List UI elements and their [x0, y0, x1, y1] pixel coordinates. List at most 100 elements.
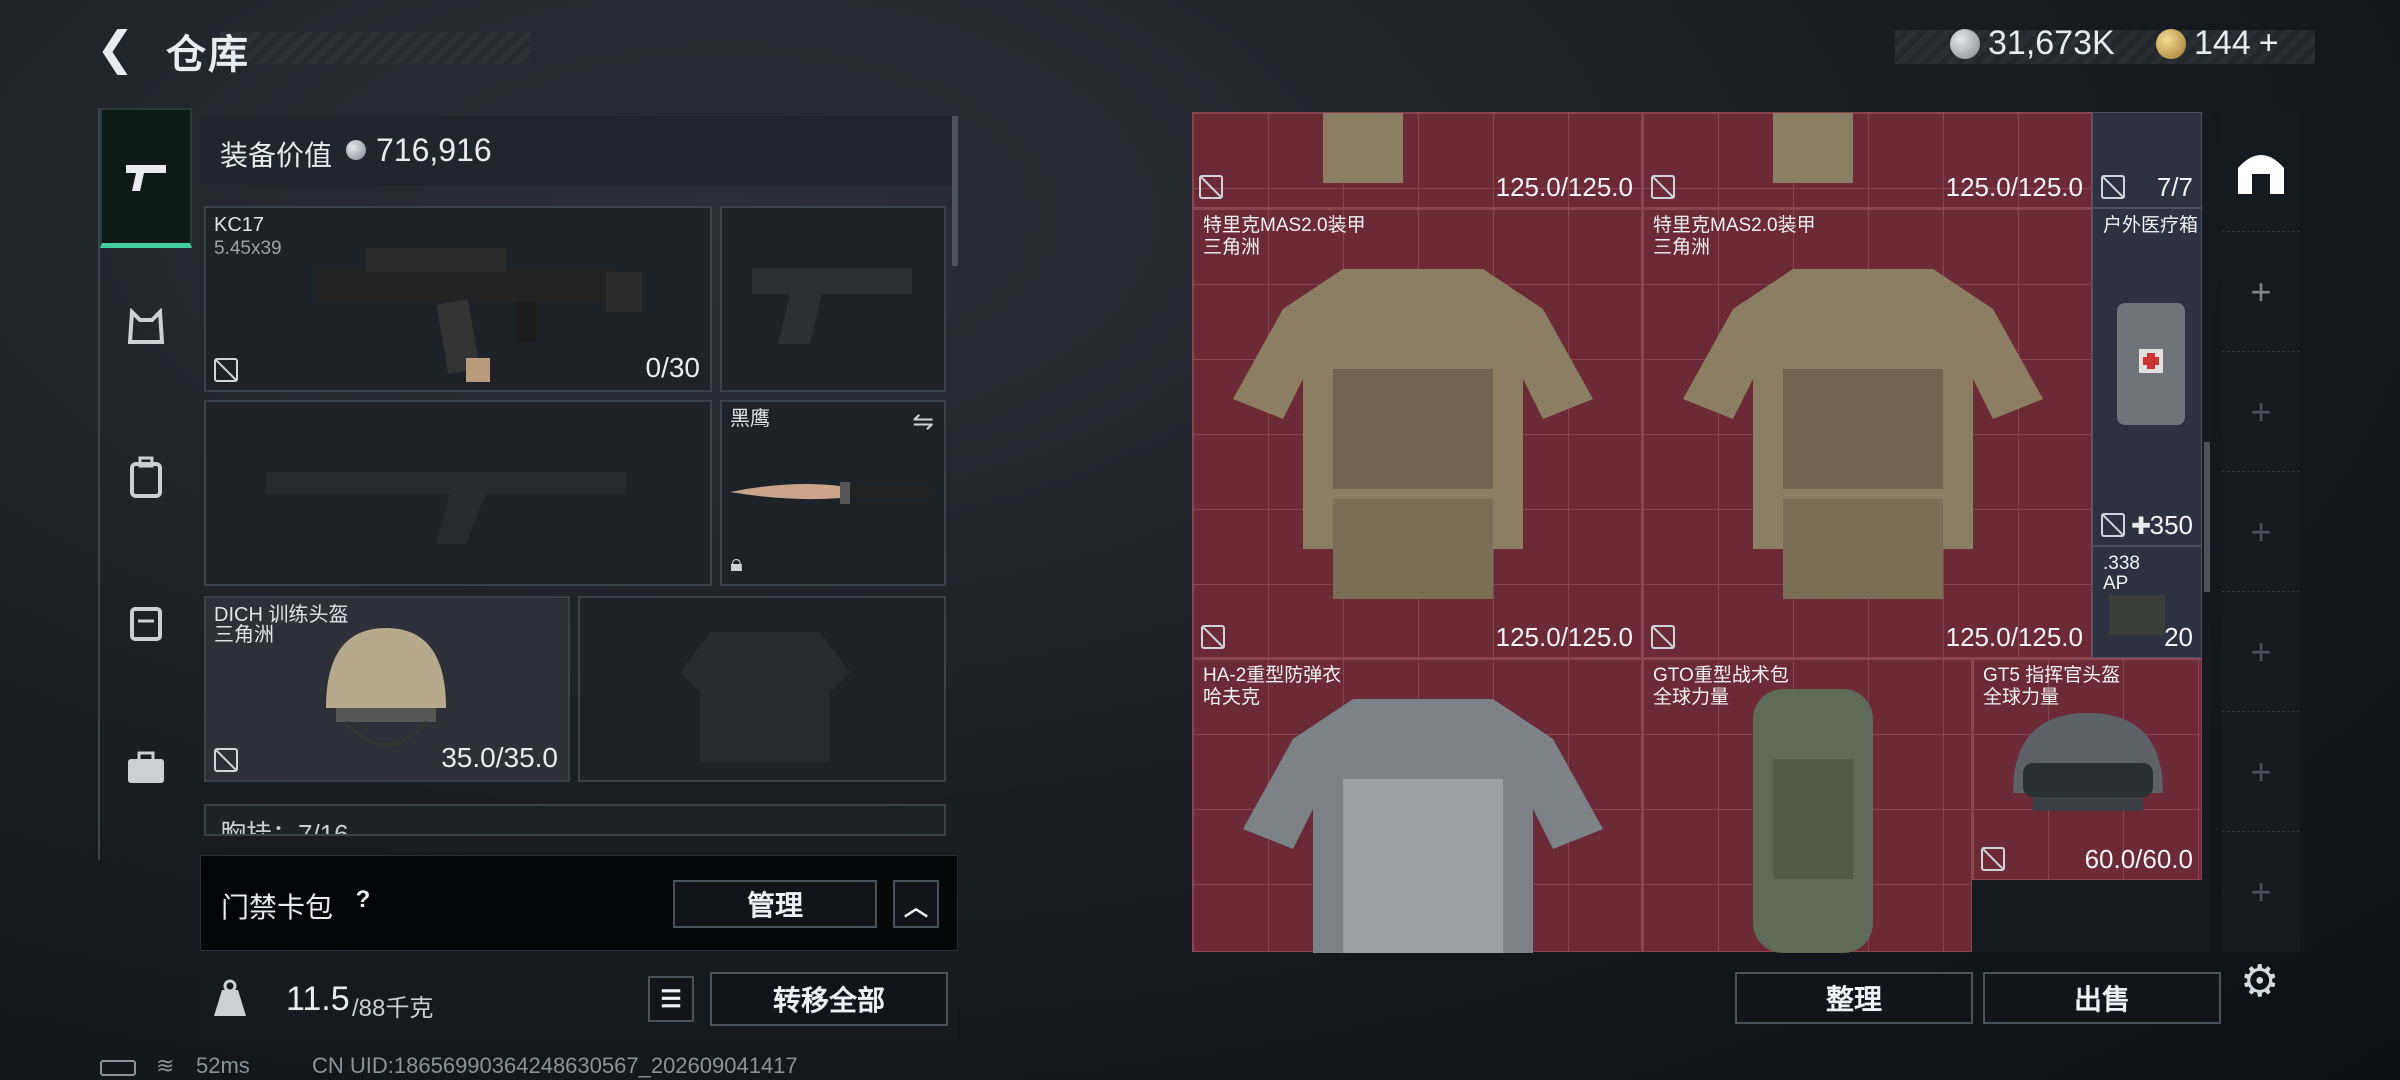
pouch-icon	[130, 607, 162, 641]
gold-coin-icon	[2156, 28, 2186, 59]
silver-coin-icon	[346, 140, 366, 160]
helmet2-name: GT5 指挥官头盔	[1983, 665, 2121, 686]
storage-add-3[interactable]: +	[2222, 472, 2300, 592]
medkit-item[interactable]: 户外医疗箱 ✚ 350	[2092, 208, 2202, 546]
armor-silhouette-icon	[680, 632, 850, 762]
no-insure-icon	[1199, 175, 1223, 199]
no-insure-icon	[2101, 513, 2125, 537]
storage-add-1[interactable]: +	[2222, 232, 2300, 352]
no-insure-icon	[214, 358, 238, 382]
armor-top-right-value: 125.0/125.0	[1945, 172, 2083, 202]
helmet-durability: 35.0/35.0	[441, 742, 558, 773]
vest-item[interactable]: HA-2重型防弹衣 哈夫克	[1192, 658, 1642, 953]
storage-add-5[interactable]: +	[2222, 712, 2300, 832]
armor-2-durability: 125.0/125.0	[1945, 622, 2083, 652]
pistol-slot[interactable]	[720, 206, 946, 392]
armor-item-2[interactable]: 特里克MAS2.0装甲 三角洲 125.0/125.0	[1642, 208, 2092, 658]
no-insure-icon	[1651, 175, 1675, 199]
chest-rig-row[interactable]: 胸挂：7/16	[204, 804, 946, 836]
helmet-slot[interactable]: DICH 训练头盔 三角洲 35.0/35.0	[204, 596, 570, 782]
storage-add-4[interactable]: +	[2222, 592, 2300, 712]
help-icon[interactable]: ?	[347, 884, 379, 916]
backpack-item[interactable]: GTO重型战术包 全球力量	[1642, 658, 1972, 953]
knife-slot[interactable]: 黑鹰 ⇋ 🔒︎	[720, 400, 946, 586]
gold-amount: 144	[2194, 24, 2251, 62]
tab-vest[interactable]	[100, 258, 192, 398]
storage-tab-main[interactable]	[2222, 112, 2300, 232]
backpack-image	[1753, 689, 1873, 953]
medkit-top[interactable]: 7/7	[2092, 112, 2202, 208]
backpack-icon	[130, 456, 162, 498]
equipment-tabs	[98, 108, 192, 860]
tab-backpack[interactable]	[100, 408, 192, 548]
battery-icon	[100, 1060, 136, 1076]
medkit-plus-icon: ✚	[2131, 513, 2152, 540]
page-title: 仓库	[166, 33, 250, 77]
tab-pouch[interactable]	[100, 553, 192, 693]
helmet2-durability: 60.0/60.0	[2084, 844, 2193, 874]
access-card-label: 门禁卡包	[221, 892, 334, 923]
silver-coin-icon	[1950, 28, 1980, 59]
tab-weapons[interactable]	[100, 108, 192, 248]
ping: 52ms	[196, 1053, 250, 1078]
weapon-caliber: 5.45x39	[214, 238, 282, 259]
armor-slot[interactable]	[578, 596, 946, 782]
swap-icon[interactable]: ⇋	[912, 406, 934, 437]
armor-name: 特里克MAS2.0装甲	[1653, 215, 1816, 236]
settings-gear-icon[interactable]: ⚙	[2240, 956, 2279, 1007]
uid: CN UID:18656990364248630567_202609041417	[312, 1053, 798, 1078]
secondary-weapon-slot[interactable]	[204, 400, 712, 586]
back-arrow-icon[interactable]: ❮	[96, 24, 144, 72]
list-icon[interactable]: ☰	[648, 976, 694, 1022]
grid-scrollbar[interactable]	[2204, 442, 2210, 592]
weapon-ammo: 0/30	[645, 352, 701, 383]
equipment-value-header: 装备价值 716,916	[200, 116, 958, 186]
vest-image	[1243, 699, 1603, 953]
no-insure-icon	[1201, 625, 1225, 649]
sell-button[interactable]: 出售	[1983, 972, 2221, 1024]
armor-image	[1233, 269, 1593, 599]
commander-helmet-item[interactable]: GT5 指挥官头盔 全球力量 60.0/60.0	[1972, 658, 2202, 880]
chest-rig-label: 胸挂：7/16	[220, 819, 349, 836]
ammo-box-image	[2109, 595, 2165, 635]
silver-currency: 31,673K	[1950, 24, 2115, 63]
gold-currency[interactable]: 144 +	[2156, 24, 2279, 63]
lock-icon: 🔒︎	[730, 550, 743, 577]
helmet-image	[2013, 713, 2163, 811]
storage-add-6[interactable]: +	[2222, 832, 2300, 952]
medkit-name: 户外医疗箱	[2103, 215, 2199, 236]
warehouse-grid: 125.0/125.0 125.0/125.0 7/7 特里克MAS2.0装甲 …	[1192, 112, 2210, 953]
warehouse-icon	[2238, 154, 2284, 194]
medkit-uses: 7/7	[2156, 172, 2193, 202]
rifle-silhouette-icon	[266, 472, 626, 544]
collapse-chevron-icon[interactable]: ︿	[893, 880, 939, 928]
tab-case[interactable]	[100, 698, 192, 838]
storage-add-2[interactable]: +	[2222, 352, 2300, 472]
medkit-value: 350	[2149, 510, 2193, 540]
pistol-silhouette-icon	[752, 268, 912, 344]
no-insure-icon	[1651, 625, 1675, 649]
manage-button[interactable]: 管理	[673, 880, 877, 928]
armor-top-right[interactable]: 125.0/125.0	[1642, 112, 2092, 208]
helmet-image	[326, 628, 446, 747]
sort-button[interactable]: 整理	[1735, 972, 1973, 1024]
ammo-name: .338	[2103, 553, 2140, 574]
equip-value: 716,916	[376, 132, 492, 168]
gold-add-button[interactable]: +	[2259, 24, 2279, 63]
ammo-item[interactable]: .338 AP 20	[2092, 546, 2202, 658]
storage-sidebar: + + + + + +	[2222, 112, 2300, 952]
armor-top-left[interactable]: 125.0/125.0	[1192, 112, 1642, 208]
rifle-image	[316, 248, 642, 382]
silver-amount: 31,673K	[1988, 24, 2115, 62]
weight-icon	[214, 979, 246, 1016]
left-scrollbar[interactable]	[952, 116, 958, 266]
helmet-brand: 三角洲	[214, 624, 274, 646]
armor-item-1[interactable]: 特里克MAS2.0装甲 三角洲 125.0/125.0	[1192, 208, 1642, 658]
no-insure-icon	[1981, 847, 2005, 871]
primary-weapon-slot[interactable]: KC17 5.45x39 0/30	[204, 206, 712, 392]
current-weight: 11.5	[286, 980, 350, 1018]
armor-image	[1323, 113, 1403, 183]
transfer-all-button[interactable]: 转移全部	[710, 972, 948, 1026]
backpack-brand: 全球力量	[1653, 687, 1730, 708]
no-insure-icon	[2101, 175, 2125, 199]
